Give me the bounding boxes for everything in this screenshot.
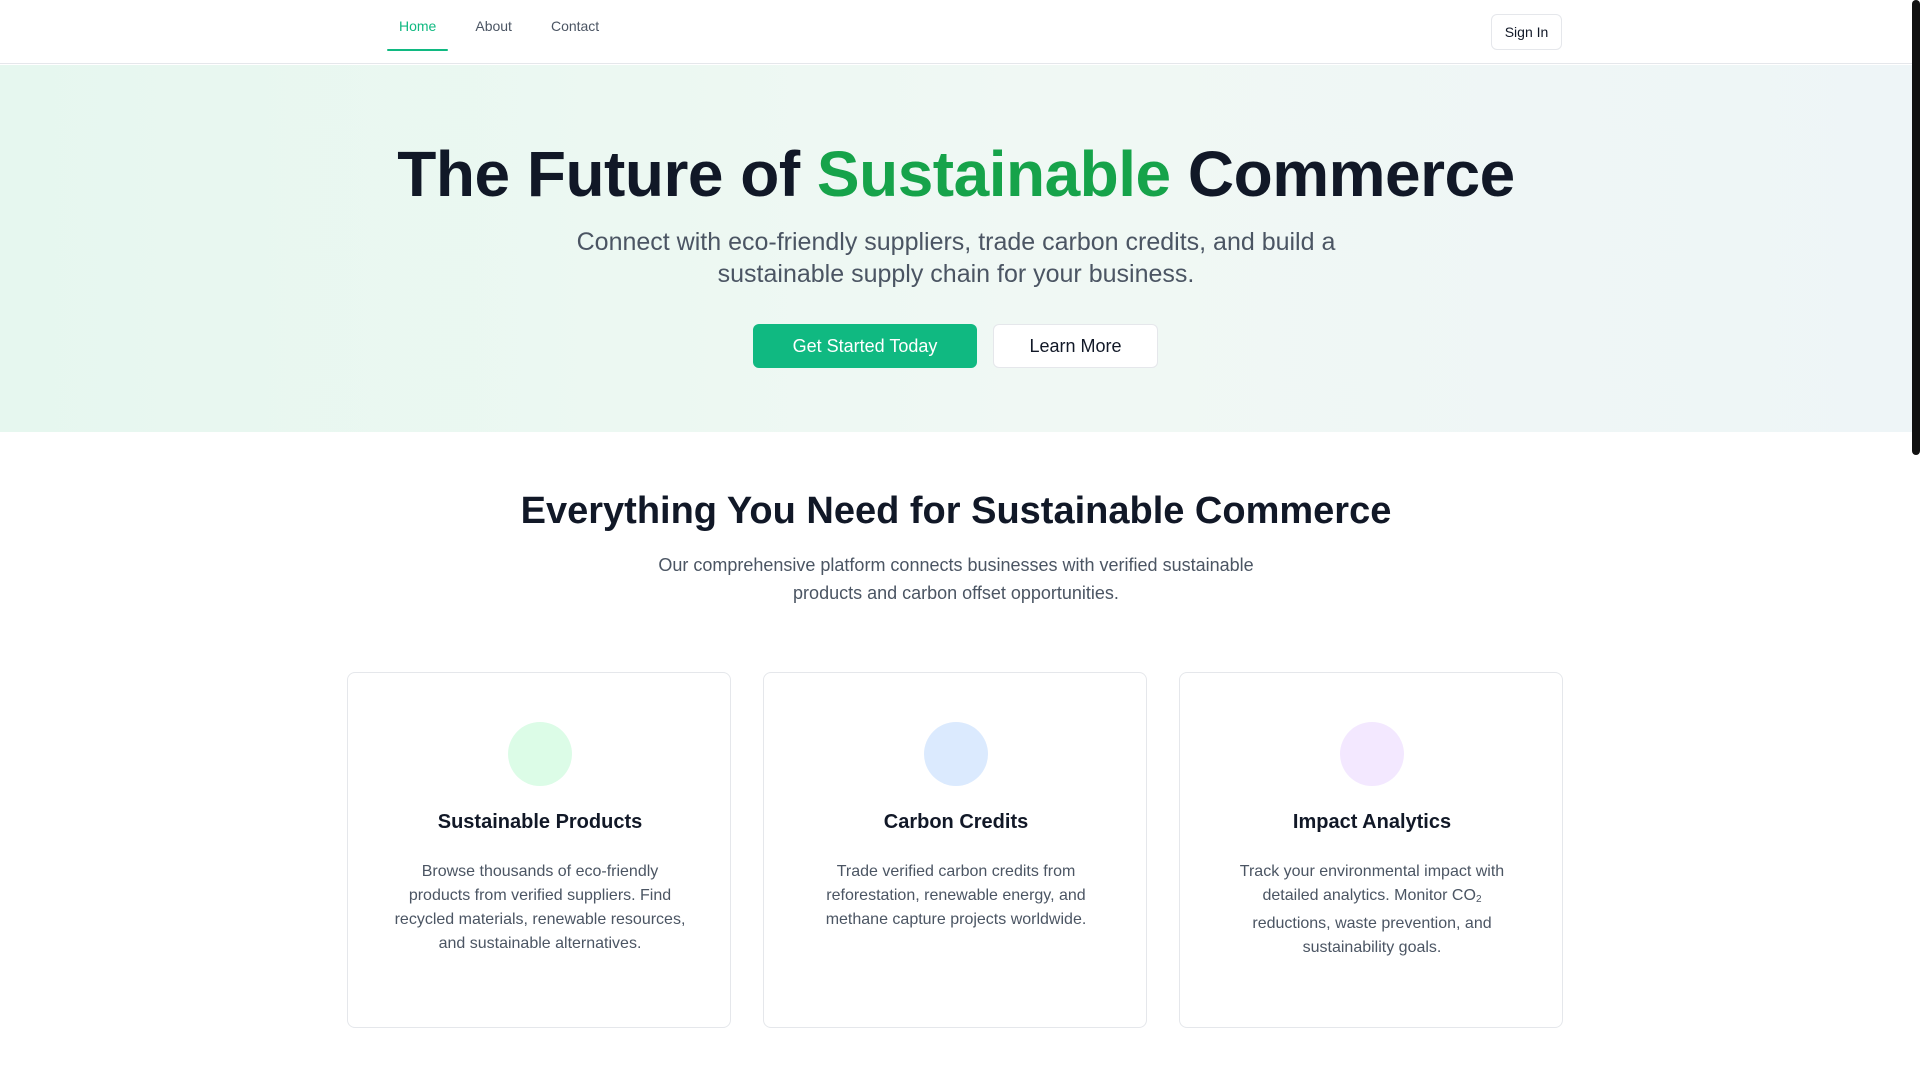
hero-section: The Future of Sustainable Commerce Conne… (0, 65, 1912, 432)
leaf-icon (508, 722, 572, 786)
feature-card-impact-analytics: Impact Analytics Track your environmenta… (1179, 672, 1563, 1028)
carbon-credit-icon (924, 722, 988, 786)
hero-title-part2: Commerce (1170, 138, 1515, 210)
card-title: Carbon Credits (883, 811, 1029, 833)
card-description: Browse thousands of eco-friendly product… (394, 863, 686, 952)
feature-card-sustainable-products: Sustainable Products Browse thousands of… (347, 672, 731, 1028)
co2-subscript: 2 (1475, 894, 1482, 905)
get-started-button[interactable]: Get Started Today (753, 324, 977, 368)
feature-card-carbon-credits: Carbon Credits Trade verified carbon cre… (763, 672, 1147, 1028)
card-description: Track your environmental impact with det… (1224, 860, 1520, 960)
card-title: Impact Analytics (1292, 811, 1452, 833)
analytics-icon (1340, 722, 1404, 786)
card-title: Sustainable Products (437, 811, 643, 833)
top-navigation-bar: Home About Contact Sign In (0, 0, 1912, 64)
card-description-text: Track your environmental impact with det… (1239, 863, 1505, 904)
card-description: Trade verified carbon credits from refor… (825, 863, 1087, 928)
features-title: Everything You Need for Sustainable Comm… (520, 490, 1392, 532)
hero-title-part1: The Future of (397, 138, 817, 210)
sign-in-button[interactable]: Sign In (1491, 14, 1562, 50)
main-nav: Home About Contact (387, 0, 626, 64)
learn-more-button[interactable]: Learn More (993, 324, 1158, 368)
page: Home About Contact Sign In The Future of… (0, 0, 1920, 1080)
nav-item-home[interactable]: Home (387, 0, 449, 51)
nav-item-contact[interactable]: Contact (539, 0, 611, 51)
hero-subtitle: Connect with eco-friendly suppliers, tra… (576, 228, 1336, 288)
card-description-text: reductions, waste prevention, and sustai… (1252, 915, 1492, 956)
hero-title: The Future of Sustainable Commerce (0, 137, 1912, 211)
hero-title-accent: Sustainable (816, 138, 1171, 210)
nav-item-about[interactable]: About (463, 0, 524, 51)
features-subtitle: Our comprehensive platform connects busi… (658, 555, 1254, 603)
scrollbar-thumb[interactable] (1912, 0, 1920, 455)
